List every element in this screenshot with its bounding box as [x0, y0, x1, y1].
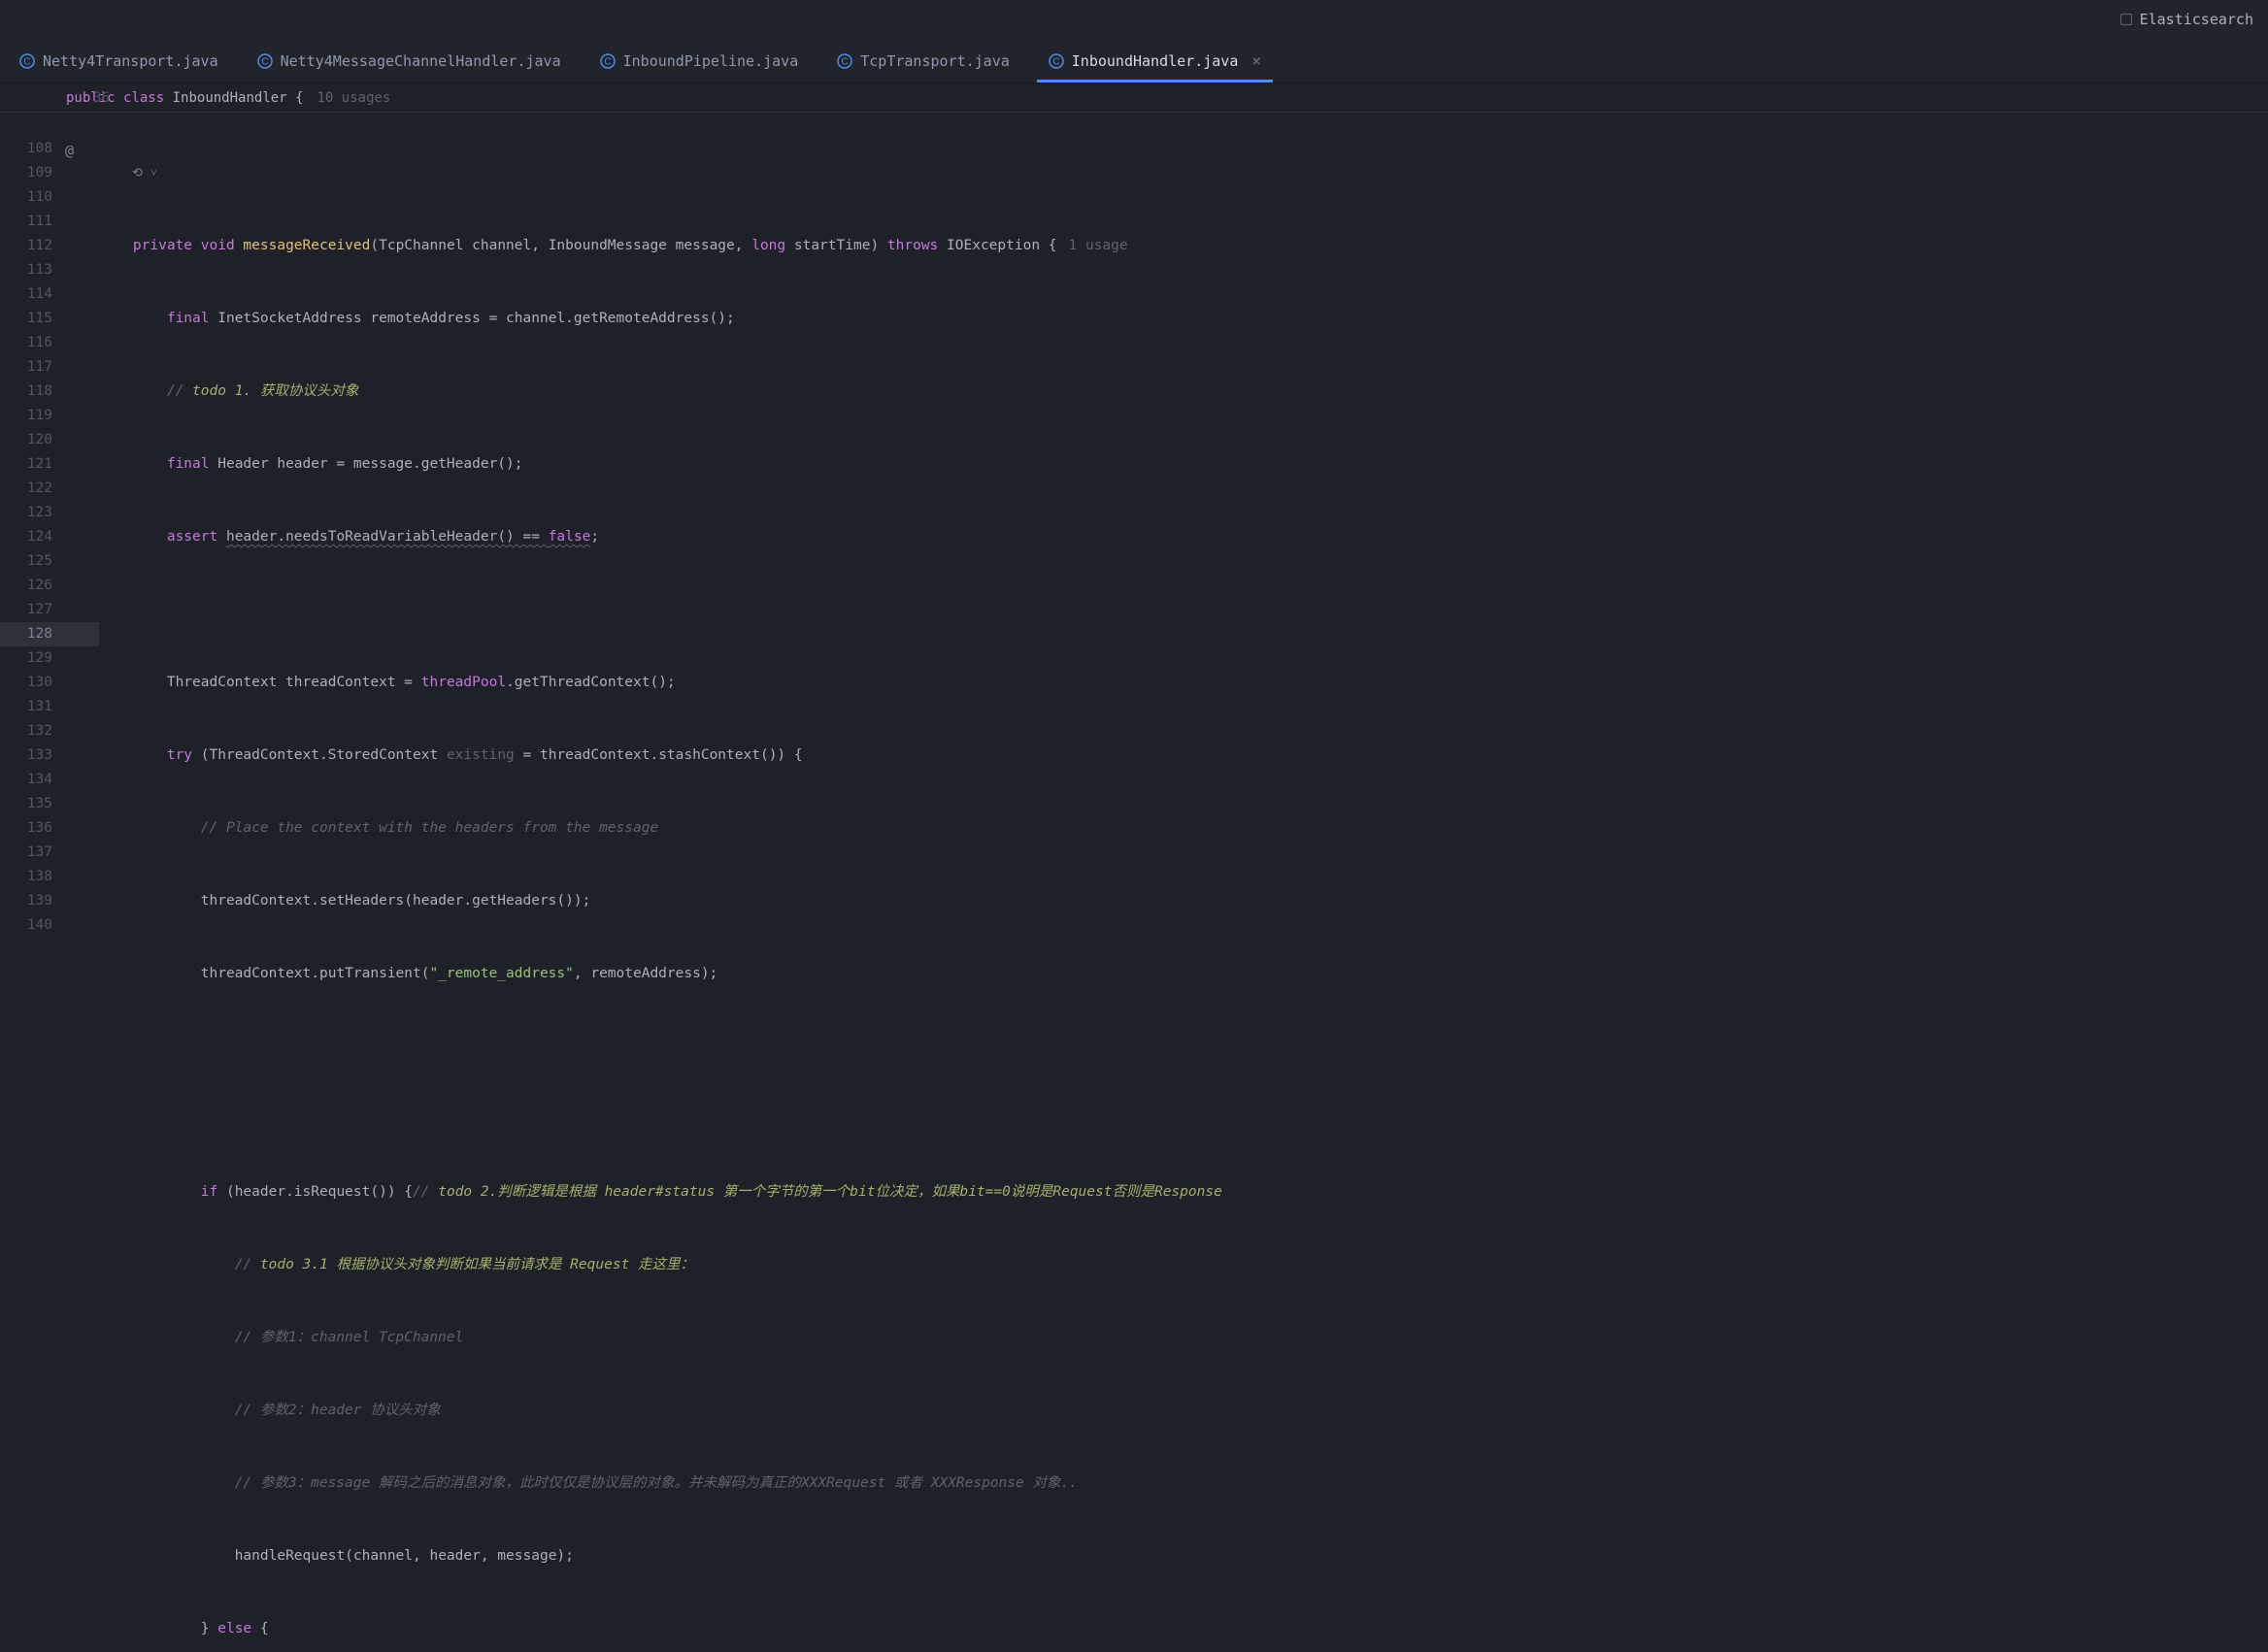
code-line: // todo 3.1 根据协议头对象判断如果当前请求是 Request 走这里…	[99, 1253, 2268, 1277]
breadcrumb-brace: {	[295, 90, 303, 106]
line-number: 113	[0, 258, 52, 282]
code-line	[99, 598, 2268, 622]
code-line: if (header.isRequest()) {// todo 2.判断逻辑是…	[99, 1180, 2268, 1205]
code-line: // 参数3：message 解码之后的消息对象，此时仅仅是协议层的对象。并未解…	[99, 1471, 2268, 1496]
close-icon[interactable]: ×	[1251, 51, 1261, 70]
project-name: Elasticsearch	[2140, 11, 2253, 28]
line-number: 129	[0, 646, 52, 671]
line-number: 116	[0, 331, 52, 355]
tab-inboundhandler[interactable]: C InboundHandler.java ×	[1029, 39, 1281, 83]
breadcrumb-usages: 10 usages	[317, 90, 391, 106]
code-line	[99, 1035, 2268, 1059]
line-number: 131	[0, 695, 52, 719]
line-number: 112	[0, 234, 52, 258]
code-line: ThreadContext threadContext = threadPool…	[99, 671, 2268, 695]
line-number: 139	[0, 889, 52, 913]
line-number: 138	[0, 865, 52, 889]
line-number: 140	[0, 913, 52, 938]
code-line: final InetSocketAddress remoteAddress = …	[99, 307, 2268, 331]
breadcrumb-line-number: 36	[66, 90, 110, 106]
java-class-icon: C	[257, 53, 273, 69]
tab-tcptransport[interactable]: C TcpTransport.java	[817, 39, 1029, 83]
code-line: final Header header = message.getHeader(…	[99, 452, 2268, 477]
tab-netty4transport[interactable]: C Netty4Transport.java	[0, 39, 238, 83]
line-number: 123	[0, 501, 52, 525]
gutter: 108@109110111112113114115116117118119120…	[0, 113, 64, 1652]
line-number: 117	[0, 355, 52, 380]
line-number: 132	[0, 719, 52, 743]
code-line: } else {	[99, 1617, 2268, 1641]
line-number: 122	[0, 477, 52, 501]
code-line: try (ThreadContext.StoredContext existin…	[99, 743, 2268, 768]
line-number: 126	[0, 574, 52, 598]
line-number: 124	[0, 525, 52, 549]
svg-text:C: C	[23, 56, 30, 67]
tab-label: InboundPipeline.java	[623, 52, 799, 70]
line-number: 114	[0, 282, 52, 307]
code-line: // 参数2：header 协议头对象	[99, 1399, 2268, 1423]
java-class-icon: C	[837, 53, 852, 69]
tab-label: TcpTransport.java	[860, 52, 1010, 70]
svg-text:C: C	[261, 56, 268, 67]
line-number: 127	[0, 598, 52, 622]
line-number: 135	[0, 792, 52, 816]
line-number: 121	[0, 452, 52, 477]
line-number: 109	[0, 161, 52, 185]
line-number: 130	[0, 671, 52, 695]
java-class-icon: C	[1049, 53, 1064, 69]
line-number: 119	[0, 404, 52, 428]
java-class-icon: C	[600, 53, 616, 69]
svg-text:C: C	[842, 56, 849, 67]
breadcrumb: 36 public class InboundHandler { 10 usag…	[0, 83, 2268, 113]
code-line	[99, 1107, 2268, 1132]
svg-text:C: C	[604, 56, 611, 67]
editor[interactable]: 108@109110111112113114115116117118119120…	[0, 113, 2268, 1652]
svg-text:C: C	[1052, 56, 1059, 67]
line-number: 108@	[0, 137, 52, 161]
code-line: threadContext.setHeaders(header.getHeade…	[99, 889, 2268, 913]
code-line: assert header.needsToReadVariableHeader(…	[99, 525, 2268, 549]
code-line: // Place the context with the headers fr…	[99, 816, 2268, 841]
line-number: 133	[0, 743, 52, 768]
tab-inboundpipeline[interactable]: C InboundPipeline.java	[581, 39, 818, 83]
code-area[interactable]: ⟲ ˅ private void messageReceived(TcpChan…	[64, 113, 2268, 1652]
inlay-hints-icon[interactable]: ⟲ ˅	[99, 161, 2268, 185]
code-line: handleRequest(channel, header, message);	[99, 1544, 2268, 1569]
line-number: 136	[0, 816, 52, 841]
code-line: private void messageReceived(TcpChannel …	[99, 234, 2268, 258]
tab-netty4messagechannelhandler[interactable]: C Netty4MessageChannelHandler.java	[238, 39, 581, 83]
code-line: threadContext.putTransient("_remote_addr…	[99, 962, 2268, 986]
tab-bar: C Netty4Transport.java C Netty4MessageCh…	[0, 39, 2268, 83]
line-number: 111	[0, 210, 52, 234]
tab-label: InboundHandler.java	[1072, 52, 1239, 70]
line-number: 120	[0, 428, 52, 452]
tab-label: Netty4MessageChannelHandler.java	[281, 52, 561, 70]
line-number: 134	[0, 768, 52, 792]
breadcrumb-class-name: InboundHandler	[173, 90, 287, 106]
line-number: 137	[0, 841, 52, 865]
line-number: 118	[0, 380, 52, 404]
breadcrumb-keyword: class	[123, 90, 164, 106]
java-class-icon: C	[19, 53, 35, 69]
line-number: 110	[0, 185, 52, 210]
titlebar: Elasticsearch	[0, 0, 2268, 39]
code-line: // 参数1：channel TcpChannel	[99, 1326, 2268, 1350]
line-number: 125	[0, 549, 52, 574]
line-number: 115	[0, 307, 52, 331]
project-icon	[2120, 14, 2132, 25]
code-line: // todo 1. 获取协议头对象	[99, 380, 2268, 404]
tab-label: Netty4Transport.java	[43, 52, 218, 70]
